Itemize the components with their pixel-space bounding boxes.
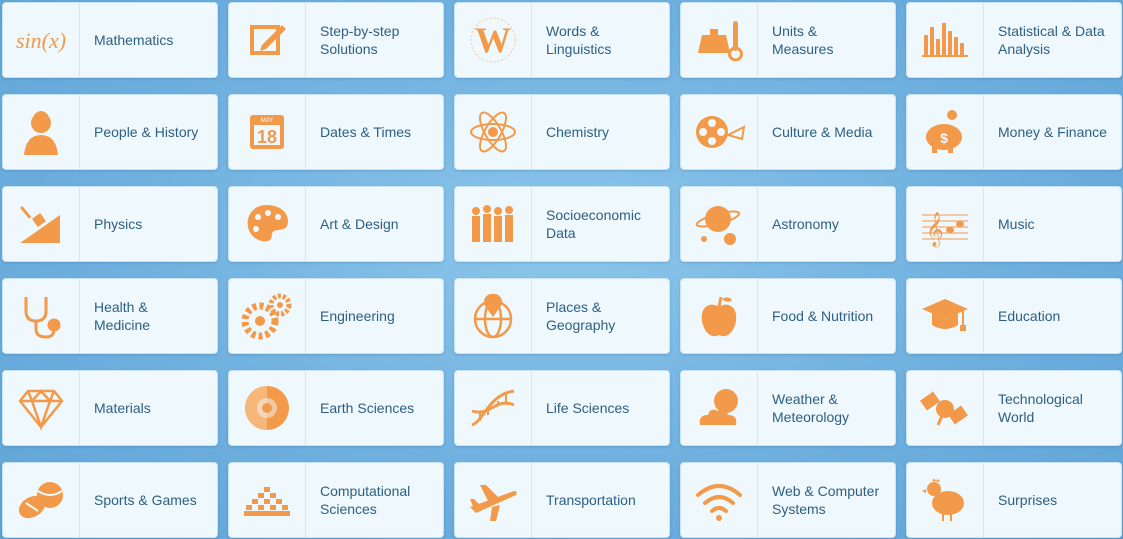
category-label: Weather & Meteorology: [772, 391, 850, 425]
category-socioeconomic-data[interactable]: Socioeconomic Data: [454, 186, 670, 262]
category-label: Chemistry: [546, 124, 610, 140]
calendar-icon: 18 MAY: [229, 95, 306, 169]
wifi-icon: [681, 463, 758, 537]
globe-pin-icon: [455, 279, 532, 353]
category-statistical-data-analysis[interactable]: Statistical & Data Analysis: [906, 2, 1122, 78]
category-physics[interactable]: Physics: [2, 186, 218, 262]
category-mathematics[interactable]: sin(x) Mathematics: [2, 2, 218, 78]
svg-text:18: 18: [257, 127, 277, 147]
category-label: Education: [998, 308, 1061, 324]
category-chemistry[interactable]: Chemistry: [454, 94, 670, 170]
svg-text:W: W: [475, 20, 511, 60]
category-label: Step-by-step Solutions: [320, 23, 400, 57]
category-health-medicine[interactable]: Health & Medicine: [2, 278, 218, 354]
category-label: Life Sciences: [546, 400, 630, 416]
category-dates-times[interactable]: 18 MAY Dates & Times: [228, 94, 444, 170]
category-education[interactable]: Education: [906, 278, 1122, 354]
category-units-measures[interactable]: Units & Measures: [680, 2, 896, 78]
category-label: Culture & Media: [772, 124, 873, 140]
category-label: Food & Nutrition: [772, 308, 874, 324]
category-life-sciences[interactable]: Life Sciences: [454, 370, 670, 446]
category-culture-media[interactable]: Culture & Media: [680, 94, 896, 170]
people-group-icon: [455, 187, 532, 261]
category-surprises[interactable]: Surprises: [906, 462, 1122, 538]
category-engineering[interactable]: Engineering: [228, 278, 444, 354]
chicken-icon: [907, 463, 984, 537]
category-astronomy[interactable]: Astronomy: [680, 186, 896, 262]
category-label: Sports & Games: [94, 492, 197, 508]
category-places-geography[interactable]: Places & Geography: [454, 278, 670, 354]
category-label: Computational Sciences: [320, 483, 411, 517]
category-label: Health & Medicine: [94, 299, 151, 333]
music-staff-icon: 𝄞: [907, 187, 984, 261]
category-art-design[interactable]: Art & Design: [228, 186, 444, 262]
paint-palette-icon: [229, 187, 306, 261]
category-label: Astronomy: [772, 216, 839, 232]
planets-icon: [681, 187, 758, 261]
category-label: Art & Design: [320, 216, 399, 232]
category-label: Units & Measures: [772, 23, 834, 57]
satellite-icon: [907, 371, 984, 445]
category-label: Engineering: [320, 308, 395, 324]
category-technological-world[interactable]: Technological World: [906, 370, 1122, 446]
category-label: Mathematics: [94, 32, 174, 48]
category-label: Earth Sciences: [320, 400, 415, 416]
category-food-nutrition[interactable]: Food & Nutrition: [680, 278, 896, 354]
category-label: Statistical & Data Analysis: [998, 23, 1105, 57]
category-web-computer-systems[interactable]: Web & Computer Systems: [680, 462, 896, 538]
airplane-icon: [455, 463, 532, 537]
film-reel-icon: [681, 95, 758, 169]
category-label: Materials: [94, 400, 151, 416]
category-materials[interactable]: Materials: [2, 370, 218, 446]
diamond-icon: [3, 371, 80, 445]
svg-text:MAY: MAY: [261, 118, 274, 124]
category-label: Money & Finance: [998, 124, 1107, 140]
earth-layers-icon: [229, 371, 306, 445]
category-label: Physics: [94, 216, 143, 232]
category-music[interactable]: 𝄞 Music: [906, 186, 1122, 262]
cellular-automaton-icon: [229, 463, 306, 537]
bar-chart-icon: [907, 3, 984, 77]
category-label: Words & Linguistics: [546, 23, 612, 57]
letter-w-icon: W: [455, 3, 532, 77]
atom-icon: [455, 95, 532, 169]
category-sports-games[interactable]: Sports & Games: [2, 462, 218, 538]
apple-icon: [681, 279, 758, 353]
category-label: Surprises: [998, 492, 1058, 508]
category-label: Places & Geography: [546, 299, 616, 333]
sin-x-icon: sin(x): [3, 3, 80, 77]
category-step-by-step-solutions[interactable]: Step-by-step Solutions: [228, 2, 444, 78]
category-transportation[interactable]: Transportation: [454, 462, 670, 538]
category-label: Socioeconomic Data: [546, 207, 641, 241]
category-people-history[interactable]: People & History: [2, 94, 218, 170]
category-label: Dates & Times: [320, 124, 412, 140]
category-label: Transportation: [546, 492, 636, 508]
historical-portrait-icon: [3, 95, 80, 169]
sun-cloud-icon: [681, 371, 758, 445]
category-words-linguistics[interactable]: W Words & Linguistics: [454, 2, 670, 78]
sports-balls-icon: [3, 463, 80, 537]
category-earth-sciences[interactable]: Earth Sciences: [228, 370, 444, 446]
svg-text:𝄞: 𝄞: [926, 212, 944, 248]
category-money-finance[interactable]: $ Money & Finance: [906, 94, 1122, 170]
svg-text:$: $: [940, 130, 948, 146]
graduation-cap-icon: [907, 279, 984, 353]
dna-icon: [455, 371, 532, 445]
category-computational-sciences[interactable]: Computational Sciences: [228, 462, 444, 538]
inclined-plane-icon: [3, 187, 80, 261]
gears-icon: [229, 279, 306, 353]
category-label: People & History: [94, 124, 199, 140]
stethoscope-icon: [3, 279, 80, 353]
svg-text:sin(x): sin(x): [16, 28, 66, 53]
pencil-notepad-icon: [229, 3, 306, 77]
category-grid: sin(x) Mathematics Step-by-step Solution…: [0, 0, 1123, 539]
piggy-bank-icon: $: [907, 95, 984, 169]
category-label: Web & Computer Systems: [772, 483, 880, 517]
category-weather-meteorology[interactable]: Weather & Meteorology: [680, 370, 896, 446]
category-label: Technological World: [998, 391, 1083, 425]
weight-thermometer-icon: [681, 3, 758, 77]
category-label: Music: [998, 216, 1035, 232]
